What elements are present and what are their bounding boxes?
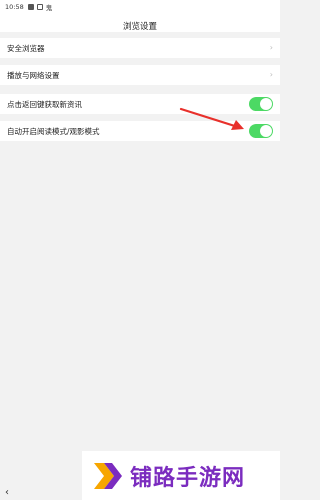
back-refresh-toggle[interactable] (249, 97, 273, 111)
page-title: 浏览设置 (122, 22, 157, 32)
setting-label: 点击返回键获取新资讯 (7, 99, 82, 109)
toggle-knob (260, 98, 272, 110)
setting-label: 安全浏览器 (7, 43, 45, 53)
watermark-logo-icon (94, 462, 122, 489)
chevron-left-icon[interactable]: ‹ (5, 488, 9, 498)
status-bar: 10:58 鬼 (0, 0, 280, 14)
setting-label: 自动开启阅读模式/观影模式 (7, 126, 100, 136)
chevron-right-icon: › (269, 43, 273, 52)
watermark-text: 铺路手游网 (130, 465, 246, 491)
red-arrow-annotation (179, 107, 244, 130)
setting-safe-browser[interactable]: 安全浏览器 › (0, 38, 280, 58)
toggle-knob (260, 125, 272, 137)
watermark: 铺路手游网 (82, 451, 280, 500)
square-icon (36, 4, 43, 10)
auto-reading-toggle[interactable] (249, 124, 273, 138)
setting-label: 播放与网络设置 (7, 70, 60, 80)
setting-playback-network[interactable]: 播放与网络设置 › (0, 65, 280, 85)
title-bar: 浏览设置 (0, 14, 280, 32)
gallery-icon (27, 4, 34, 10)
status-time: 10:58 (5, 3, 24, 11)
chevron-right-icon: › (269, 70, 273, 79)
status-extra-char: 鬼 (45, 4, 53, 12)
